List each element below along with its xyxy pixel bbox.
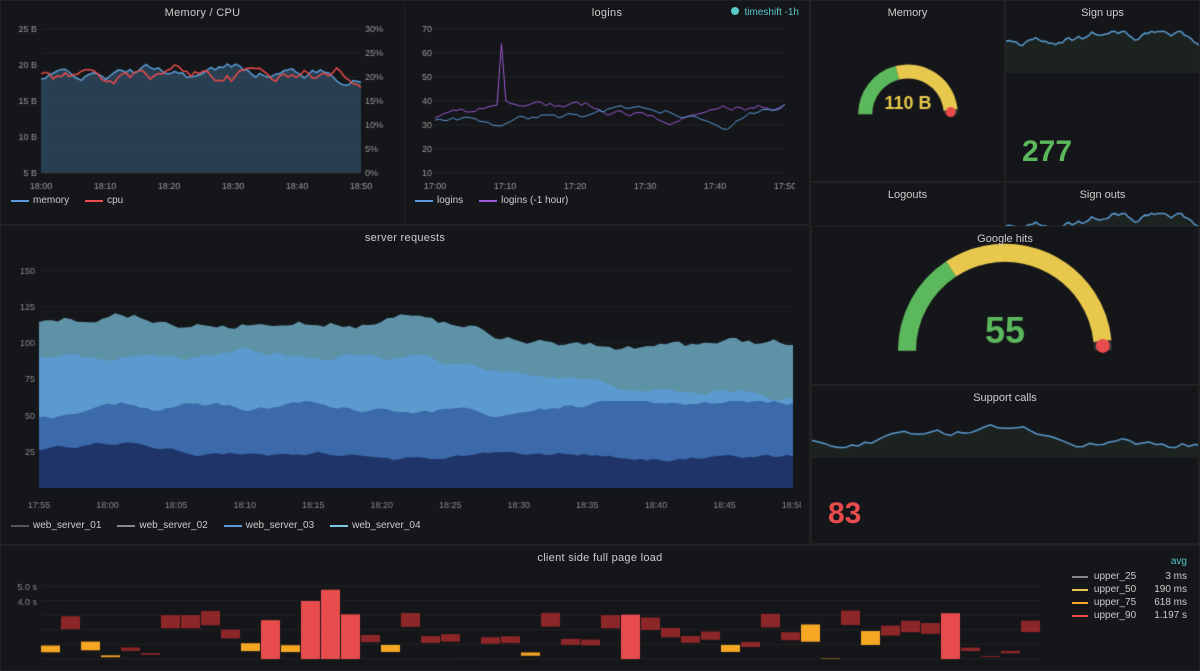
cpu-color: [85, 200, 103, 202]
avg-label: avg: [1072, 556, 1187, 567]
legend-upper50: upper_50 190 ms: [1072, 584, 1187, 595]
ws01-label: web_server_01: [33, 520, 101, 531]
logins-chart: [405, 21, 795, 191]
legend-logins: logins: [415, 195, 463, 206]
logins-1h-color: [479, 200, 497, 202]
upper50-value: 190 ms: [1142, 584, 1187, 595]
upper25-value: 3 ms: [1153, 571, 1187, 582]
upper90-color: [1072, 615, 1088, 617]
google-hits-large-chart: [855, 236, 1155, 376]
memory-gauge-chart: [828, 43, 988, 138]
upper75-value: 618 ms: [1142, 597, 1187, 608]
ws01-color: [11, 525, 29, 527]
logins-label: logins: [437, 195, 463, 206]
memory-cpu-legend: memory cpu: [1, 191, 404, 212]
support-calls-title: Support calls: [812, 392, 1198, 404]
memory-cpu-title: Memory / CPU: [1, 1, 404, 21]
memory-gauge-panel: Memory: [810, 0, 1005, 182]
memory-gauge-title: Memory: [811, 7, 1004, 19]
upper90-label: upper_90: [1094, 610, 1136, 621]
timeshift-label: timeshift -1h: [745, 7, 799, 18]
client-side-chart: [1, 566, 1200, 671]
top-left-panels: Memory / CPU memory cpu logins timeshift…: [0, 0, 810, 225]
sign-ups-title: Sign ups: [1006, 7, 1199, 19]
logouts-gauge-title: Logouts: [811, 189, 1004, 201]
ws02-color: [117, 525, 135, 527]
logins-chart-panel: logins timeshift -1h logins logins (-1 h…: [405, 1, 809, 224]
upper90-value: 1.197 s: [1142, 610, 1187, 621]
ws02-label: web_server_02: [139, 520, 207, 531]
ws04-color: [330, 525, 348, 527]
upper75-label: upper_75: [1094, 597, 1136, 608]
server-requests-chart: [1, 246, 801, 516]
dashboard: Memory / CPU memory cpu logins timeshift…: [0, 0, 1200, 671]
sign-ups-panel: Sign ups 277: [1005, 0, 1200, 182]
upper25-color: [1072, 576, 1088, 578]
legend-logins-1h: logins (-1 hour): [479, 195, 568, 206]
legend-cpu: cpu: [85, 195, 123, 206]
sign-outs-title: Sign outs: [1006, 189, 1199, 201]
legend-upper75: upper_75 618 ms: [1072, 597, 1187, 608]
client-side-legend: avg upper_25 3 ms upper_50 190 ms upper_…: [1072, 556, 1187, 621]
memory-color: [11, 200, 29, 202]
legend-ws01: web_server_01: [11, 520, 101, 531]
upper50-color: [1072, 589, 1088, 591]
google-hits-large-panel: Google hits: [811, 226, 1199, 385]
client-side-panel: client side full page load avg upper_25 …: [0, 545, 1200, 671]
timeshift-badge: timeshift -1h: [731, 7, 799, 18]
memory-label: memory: [33, 195, 69, 206]
upper25-label: upper_25: [1094, 571, 1136, 582]
logins-1h-label: logins (-1 hour): [501, 195, 568, 206]
support-calls-value: 83: [828, 497, 861, 531]
legend-ws02: web_server_02: [117, 520, 207, 531]
timeshift-dot: [731, 7, 739, 15]
memory-cpu-panel: Memory / CPU memory cpu: [1, 1, 405, 224]
google-hits-large-title: Google hits: [812, 233, 1198, 245]
upper75-color: [1072, 602, 1088, 604]
logins-legend: logins logins (-1 hour): [405, 191, 809, 212]
ws03-color: [224, 525, 242, 527]
legend-ws04: web_server_04: [330, 520, 420, 531]
legend-ws03: web_server_03: [224, 520, 314, 531]
sign-ups-value: 277: [1022, 135, 1072, 169]
legend-upper25: upper_25 3 ms: [1072, 571, 1187, 582]
right-bottom-panels: Google hits Support calls 83: [810, 225, 1200, 545]
memory-cpu-chart: [1, 21, 391, 191]
legend-memory: memory: [11, 195, 69, 206]
logins-color: [415, 200, 433, 202]
ws03-label: web_server_03: [246, 520, 314, 531]
server-requests-legend: web_server_01 web_server_02 web_server_0…: [1, 516, 809, 537]
client-side-title: client side full page load: [1, 546, 1199, 566]
ws04-label: web_server_04: [352, 520, 420, 531]
upper50-label: upper_50: [1094, 584, 1136, 595]
legend-upper90: upper_90 1.197 s: [1072, 610, 1187, 621]
server-requests-title: server requests: [1, 226, 809, 246]
support-calls-panel: Support calls 83: [811, 385, 1199, 544]
server-requests-panel: server requests web_server_01 web_server…: [0, 225, 810, 545]
cpu-label: cpu: [107, 195, 123, 206]
